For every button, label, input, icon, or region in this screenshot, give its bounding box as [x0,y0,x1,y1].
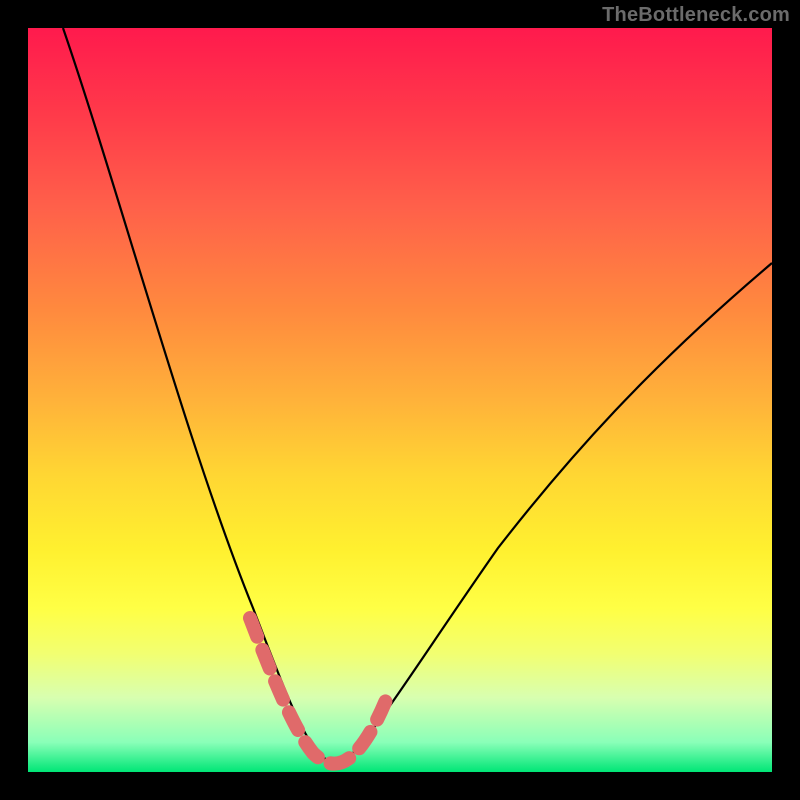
watermark-text: TheBottleneck.com [602,4,790,27]
curve-layer [28,28,772,772]
chart-frame: TheBottleneck.com [0,0,800,800]
plot-area [28,28,772,772]
bottleneck-curve [63,28,772,762]
highlight-dashes [250,618,390,764]
